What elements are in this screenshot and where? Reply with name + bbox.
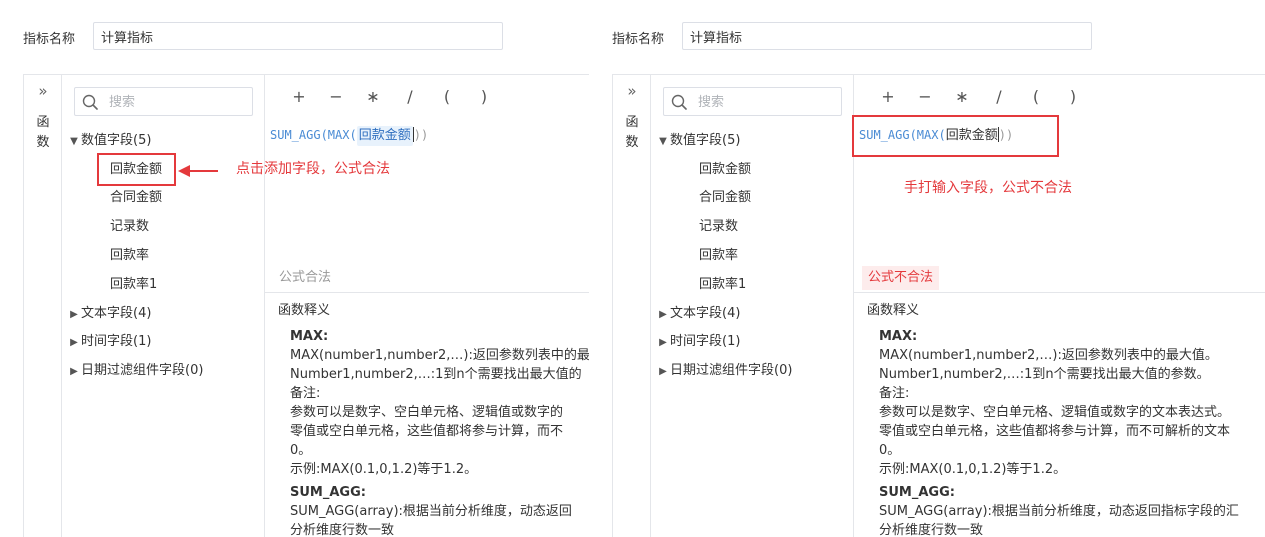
operator-multiply-button[interactable]: ∗ <box>952 85 972 109</box>
operator-left-paren-button[interactable]: ( <box>437 85 457 109</box>
tree-group-time[interactable]: ▶ 时间字段(1) <box>656 331 740 353</box>
arrow-left-icon <box>178 165 218 177</box>
caret-right-icon: ▶ <box>659 337 667 348</box>
highlight-box <box>97 153 176 186</box>
description-body: MAX: MAX(number1,number2,…):返回参数列表中的最 Nu… <box>290 329 589 537</box>
field-item-hetong-jine[interactable]: 合同金额 <box>699 187 751 209</box>
caret-right-icon: ▶ <box>70 366 78 377</box>
operator-plus-button[interactable]: + <box>289 85 309 109</box>
caret-down-icon: ▼ <box>659 136 667 147</box>
search-icon <box>82 94 98 110</box>
field-item-huikuan-lv[interactable]: 回款率 <box>110 245 149 267</box>
search-input[interactable] <box>109 92 244 112</box>
tree-group-numeric[interactable]: ▼ 数值字段(5) <box>656 130 740 152</box>
field-item-hetong-jine[interactable]: 合同金额 <box>110 187 162 209</box>
field-item-huikuan-lv[interactable]: 回款率 <box>699 245 738 267</box>
function-tab-label: 函 数 <box>625 115 639 150</box>
tree-group-time[interactable]: ▶ 时间字段(1) <box>67 331 151 353</box>
annotation-text: 点击添加字段，公式合法 <box>236 161 390 177</box>
tree-group-text[interactable]: ▶ 文本字段(4) <box>67 303 151 325</box>
double-chevron-right-icon[interactable]: » <box>35 83 51 99</box>
field-item-huikuan-lv1[interactable]: 回款率1 <box>699 274 746 296</box>
function-tab[interactable]: » 函 数 <box>613 75 651 537</box>
formula-status: 公式合法 <box>279 270 332 285</box>
caret-right-icon: ▶ <box>70 337 78 348</box>
function-description: 函数释义 MAX: MAX(number1,number2,…):返回参数列表中… <box>265 292 589 537</box>
search-box[interactable] <box>74 87 253 116</box>
function-tab[interactable]: » 函 数 <box>24 75 62 537</box>
formula-area: + − ∗ / ( ) SUM_AGG(MAX(回款金额)) 公式合法 函数释义… <box>265 75 589 537</box>
double-chevron-right-icon[interactable]: » <box>624 83 640 99</box>
right-panel: 指标名称 » 函 数 ▼数值字段(5) 回款金额 合同金额 记录数 <box>589 0 1265 537</box>
operator-divide-button[interactable]: / <box>989 85 1009 109</box>
operator-multiply-button[interactable]: ∗ <box>363 85 383 109</box>
highlight-box <box>852 115 1059 157</box>
function-description: 函数释义 MAX: MAX(number1,number2,…):返回参数列表中… <box>854 292 1265 537</box>
tree-group-text[interactable]: ▶ 文本字段(4) <box>656 303 740 325</box>
metric-name-label: 指标名称 <box>612 32 665 47</box>
caret-right-icon: ▶ <box>70 309 78 320</box>
operator-divide-button[interactable]: / <box>400 85 420 109</box>
field-item-huikuan-lv1[interactable]: 回款率1 <box>110 274 157 296</box>
formula-input[interactable]: SUM_AGG(MAX(回款金额)) <box>270 125 428 146</box>
field-panel: ▼数值字段(5) 回款金额 合同金额 记录数 回款率 回款率1 ▶文本字段(4)… <box>62 75 265 537</box>
operator-right-paren-button[interactable]: ) <box>1063 85 1083 109</box>
field-item-jilu-shu[interactable]: 记录数 <box>110 216 149 238</box>
operator-right-paren-button[interactable]: ) <box>474 85 494 109</box>
field-item-huikuan-jine[interactable]: 回款金额 <box>699 159 751 181</box>
search-box[interactable] <box>663 87 842 116</box>
formula-editor: » 函 数 ▼数值字段(5) 回款金额 合同金额 记录数 回款率 回款率1 <box>23 74 589 537</box>
metric-name-input[interactable] <box>93 22 503 50</box>
operator-minus-button[interactable]: − <box>326 85 346 109</box>
description-title: 函数释义 <box>867 303 920 318</box>
formula-status: 公式不合法 <box>862 266 940 290</box>
description-title: 函数释义 <box>278 303 331 318</box>
operator-left-paren-button[interactable]: ( <box>1026 85 1046 109</box>
field-chip[interactable]: 回款金额 <box>356 126 413 146</box>
search-icon <box>671 94 687 110</box>
caret-down-icon: ▼ <box>70 136 78 147</box>
operator-minus-button[interactable]: − <box>915 85 935 109</box>
function-tab-label: 函 数 <box>36 115 50 150</box>
field-panel: ▼数值字段(5) 回款金额 合同金额 记录数 回款率 回款率1 ▶文本字段(4)… <box>651 75 854 537</box>
tree-group-date-filter[interactable]: ▶ 日期过滤组件字段(0) <box>67 360 203 382</box>
metric-name-input[interactable] <box>682 22 1092 50</box>
field-item-jilu-shu[interactable]: 记录数 <box>699 216 738 238</box>
description-body: MAX: MAX(number1,number2,…):返回参数列表中的最大值。… <box>879 329 1239 537</box>
left-panel: 指标名称 » 函 数 ▼数值字段(5) 回款金额 合同金额 记录数 <box>0 0 589 537</box>
caret-right-icon: ▶ <box>659 366 667 377</box>
metric-name-label: 指标名称 <box>23 32 76 47</box>
tree-group-numeric[interactable]: ▼ 数值字段(5) <box>67 130 151 152</box>
operator-plus-button[interactable]: + <box>878 85 898 109</box>
tree-group-date-filter[interactable]: ▶ 日期过滤组件字段(0) <box>656 360 792 382</box>
caret-right-icon: ▶ <box>659 309 667 320</box>
annotation-text: 手打输入字段，公式不合法 <box>904 180 1072 196</box>
search-input[interactable] <box>698 92 833 112</box>
